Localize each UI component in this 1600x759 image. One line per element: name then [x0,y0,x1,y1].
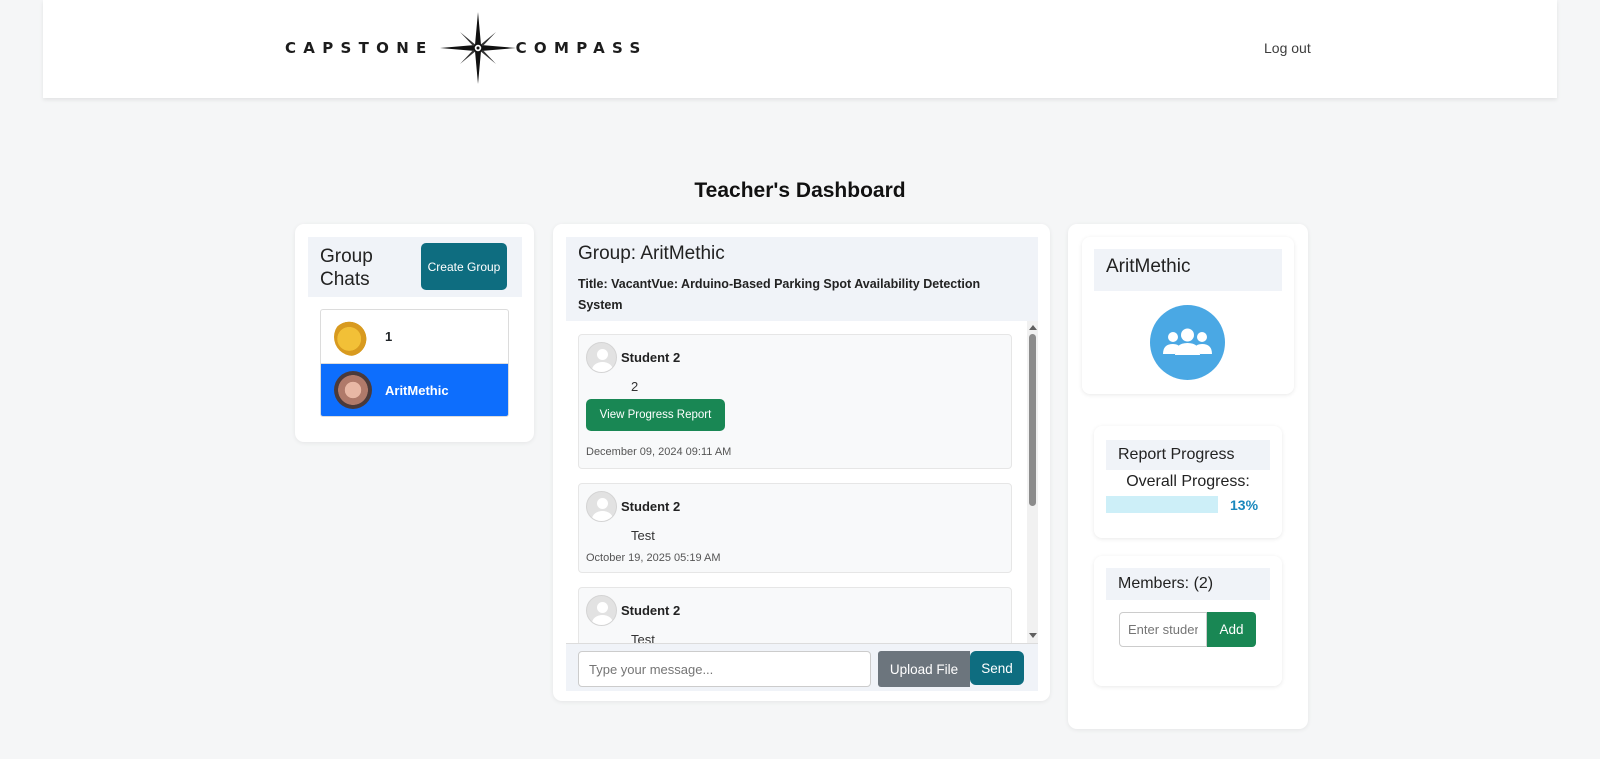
group-chat-list: 1 AritMethic [320,309,509,417]
chat-group-label: Group: AritMethic [578,243,725,264]
brand-word-right: COMPASS [515,39,648,57]
group-chats-header: Group Chats Create Group [308,237,522,297]
group-chats-panel: Group Chats Create Group 1 AritMethic [295,224,534,442]
group-avatar [334,371,372,409]
progress-bar-fill [1106,496,1218,513]
page-title: Teacher's Dashboard [694,179,906,202]
members-header: Members: (2) [1106,568,1270,600]
group-info-name: AritMethic [1106,256,1191,277]
brand-logo[interactable]: CAPSTONE COMPASS [285,12,648,84]
add-member-button[interactable]: Add [1207,612,1256,647]
message-time: December 09, 2024 09:11 AM [586,446,732,458]
chat-panel: Group: AritMethic Title: VacantVue: Ardu… [553,224,1050,701]
message-list[interactable]: Student 2 2 View Progress Report Decembe… [566,321,1038,643]
group-chat-name: AritMethic [385,382,449,398]
compass-star-icon [439,12,516,84]
send-button[interactable]: Send [970,651,1024,685]
message-sender: Student 2 [621,603,681,618]
report-progress-title: Report Progress [1118,446,1235,463]
chat-header: Group: AritMethic Title: VacantVue: Ardu… [566,237,1038,321]
upload-file-button[interactable]: Upload File [878,651,970,687]
message-time: October 19, 2025 05:19 AM [586,552,721,564]
group-info-card: AritMethic [1082,237,1294,394]
report-progress-card: Report Progress Overall Progress: 13% [1094,426,1282,538]
group-chat-item[interactable]: 1 [321,310,508,363]
message-text: 2 [631,379,639,394]
message-sender: Student 2 [621,350,681,365]
message-text: Test [631,632,655,643]
message-scrollbar[interactable] [1027,321,1038,643]
user-avatar-icon [586,342,617,373]
group-chats-title: Group Chats [320,246,373,290]
users-group-icon [1150,305,1225,380]
message-sender: Student 2 [621,499,681,514]
message-text: Test [631,528,655,543]
progress-bar [1106,496,1218,513]
message-input[interactable] [578,651,871,687]
brand-word-left: CAPSTONE [285,39,434,57]
user-avatar-icon [586,595,617,626]
logout-link[interactable]: Log out [1264,40,1311,56]
progress-percent: 13% [1230,497,1259,513]
add-member-input[interactable] [1119,612,1207,647]
message-card: Student 2 Test [578,587,1012,643]
project-title: Title: VacantVue: Arduino-Based Parking … [578,277,981,312]
group-chat-item-active[interactable]: AritMethic [321,363,508,416]
scroll-down-arrow-icon[interactable] [1029,633,1037,638]
user-avatar-icon [586,491,617,522]
group-chat-name: 1 [385,329,393,344]
group-info-header: AritMethic [1094,249,1282,291]
create-group-button[interactable]: Create Group [421,243,507,290]
message-card: Student 2 2 View Progress Report Decembe… [578,334,1012,469]
members-card: Members: (2) Add [1094,556,1282,686]
scroll-thumb[interactable] [1029,334,1036,506]
scroll-up-arrow-icon[interactable] [1029,325,1037,330]
group-details-panel: AritMethic Report Progress Overall Progr… [1068,224,1308,729]
view-progress-report-button[interactable]: View Progress Report [586,399,725,431]
top-navbar: CAPSTONE COMPASS Log out [43,0,1557,98]
members-title: Members: (2) [1118,575,1214,592]
message-card: Student 2 Test October 19, 2025 05:19 AM [578,483,1012,573]
overall-progress-label: Overall Progress: [1126,473,1250,490]
group-avatar [334,317,372,356]
report-progress-header: Report Progress [1106,440,1270,470]
message-composer: Upload File Send [566,643,1038,691]
